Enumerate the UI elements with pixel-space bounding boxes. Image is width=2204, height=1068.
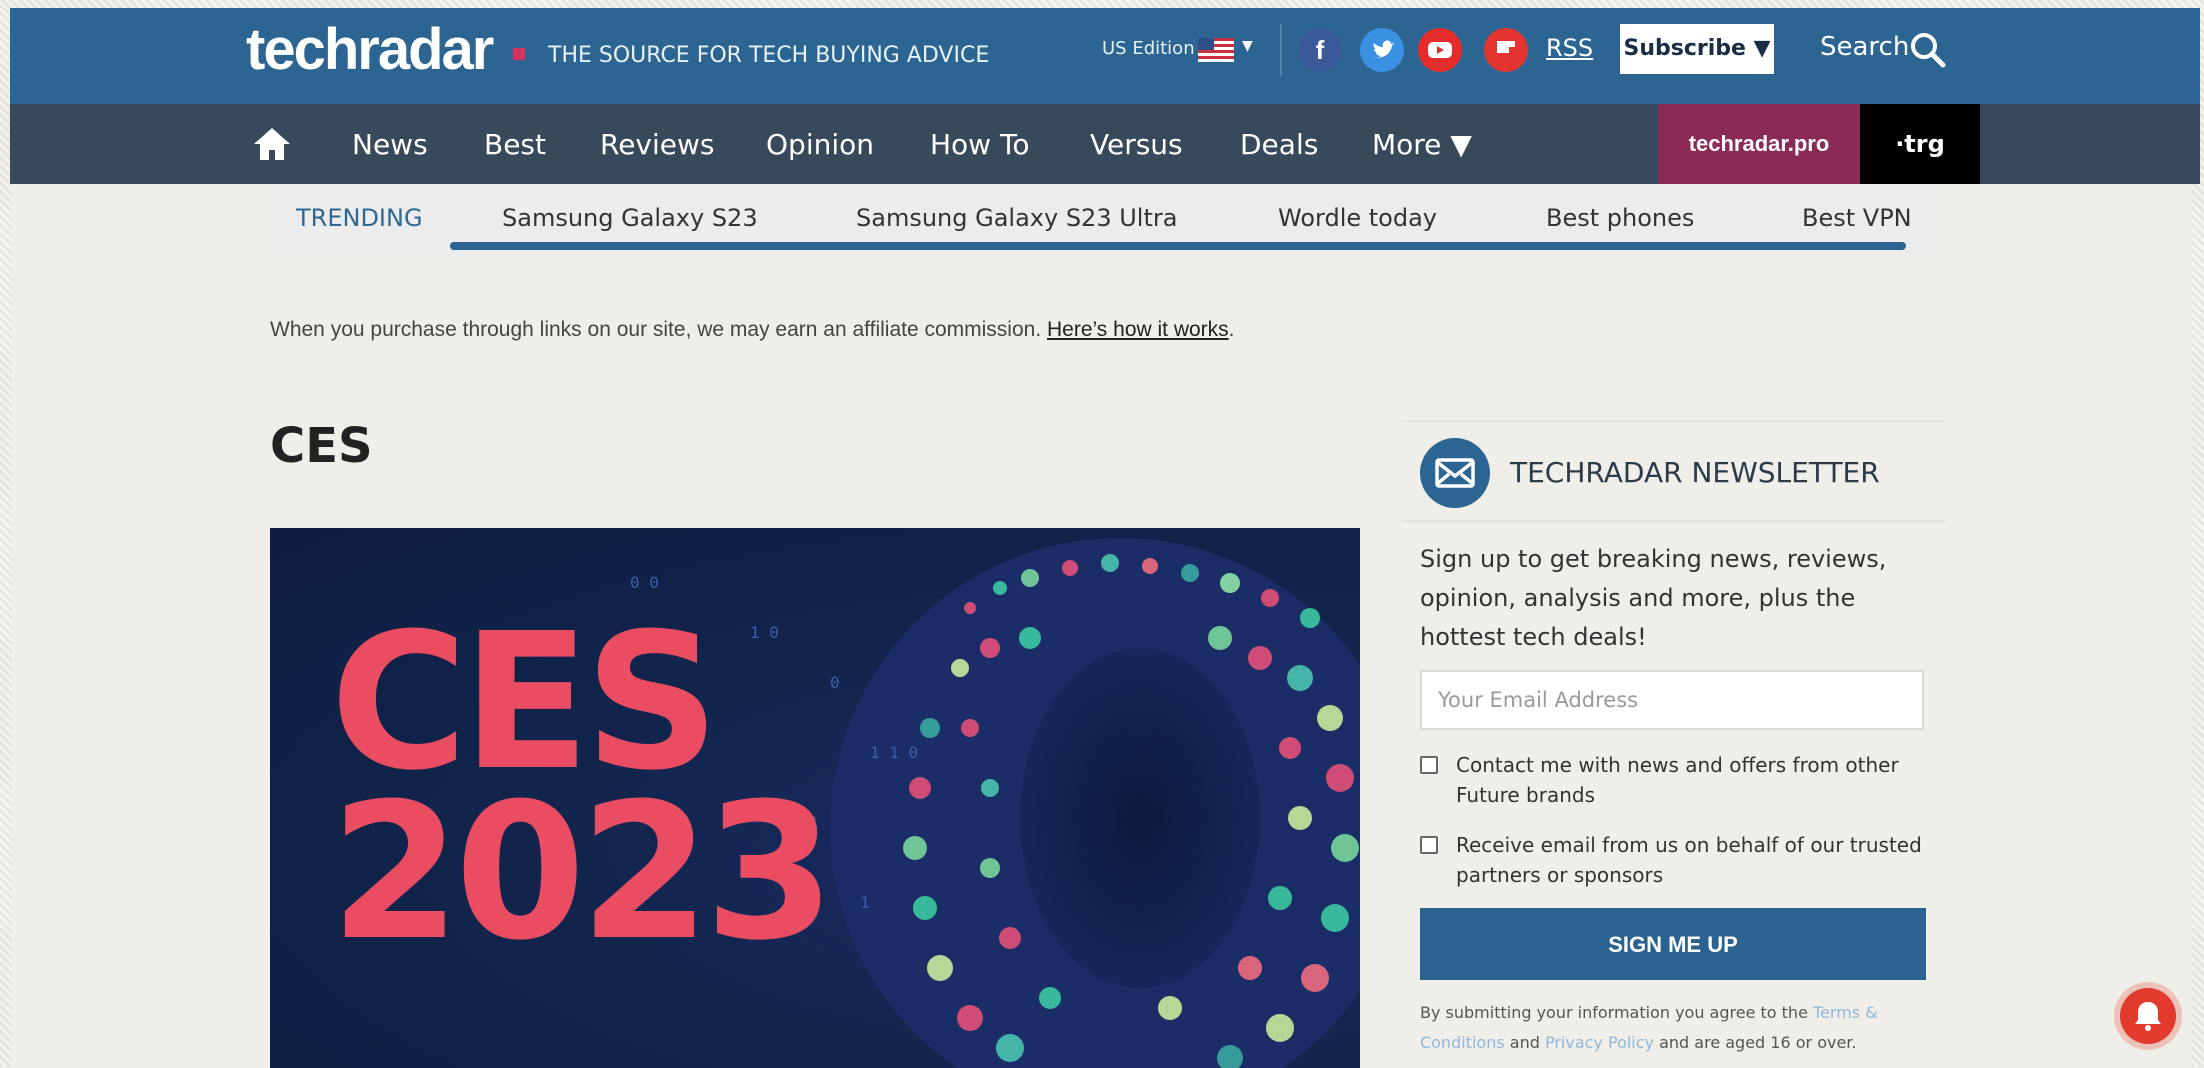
trending-bar: TRENDING Samsung Galaxy S23 Samsung Gala…	[270, 184, 1936, 256]
trg-link[interactable]: ·trg	[1860, 104, 1980, 184]
disclaimer-end: .	[1228, 318, 1235, 341]
email-field[interactable]	[1420, 670, 1924, 730]
nav-item-more[interactable]: More ▼	[1372, 128, 1472, 161]
rss-link[interactable]: RSS	[1546, 34, 1593, 62]
nav-item-reviews[interactable]: Reviews	[600, 128, 715, 161]
edition-caret-icon[interactable]: ▼	[1242, 38, 1253, 54]
search-icon[interactable]	[1908, 30, 1948, 74]
facebook-icon[interactable]: f	[1298, 28, 1342, 72]
flipboard-icon[interactable]	[1484, 28, 1528, 72]
how-it-works-link[interactable]: Here’s how it works	[1047, 318, 1229, 341]
search-label[interactable]: Search	[1820, 32, 1909, 62]
trending-item[interactable]: Wordle today	[1278, 204, 1437, 232]
site-tagline: THE SOURCE FOR TECH BUYING ADVICE	[548, 43, 990, 68]
edition-selector[interactable]: US Edition	[1102, 38, 1195, 59]
notification-bell-button[interactable]	[2120, 988, 2176, 1044]
newsletter-description: Sign up to get breaking news, reviews, o…	[1420, 545, 1887, 651]
logo-dot	[513, 48, 525, 60]
bell-icon	[2135, 1002, 2161, 1031]
header-divider	[1280, 24, 1282, 76]
hero-image[interactable]: 0 01 00 1 1 00 11 CES 2023	[270, 528, 1360, 1068]
affiliate-disclaimer: When you purchase through links on our s…	[270, 318, 1235, 342]
nav-item-versus[interactable]: Versus	[1090, 128, 1183, 161]
trending-scrollbar[interactable]	[450, 242, 1906, 250]
newsletter-heading: TECHRADAR NEWSLETTER	[1510, 456, 1880, 489]
site-logo[interactable]: techradar	[246, 16, 494, 83]
checkbox-label: Receive email from us on behalf of our t…	[1456, 833, 1922, 887]
trending-label: TRENDING	[296, 204, 423, 232]
divider	[1402, 520, 1946, 522]
divider	[1402, 420, 1946, 422]
trending-item[interactable]: Best VPN	[1802, 204, 1912, 232]
subscribe-button[interactable]: Subscribe ▼	[1620, 24, 1774, 74]
fine-prefix: By submitting your information you agree…	[1420, 1003, 1813, 1022]
envelope-icon	[1420, 438, 1490, 508]
checkbox[interactable]	[1420, 756, 1438, 774]
disclaimer-text: When you purchase through links on our s…	[270, 318, 1047, 341]
nav-item-news[interactable]: News	[352, 128, 428, 161]
checkbox-label: Contact me with news and offers from oth…	[1456, 753, 1899, 807]
hero-text-line2: 2023	[330, 763, 835, 982]
sign-me-up-button[interactable]: SIGN ME UP	[1420, 908, 1926, 980]
trending-item[interactable]: Samsung Galaxy S23 Ultra	[856, 204, 1177, 232]
twitter-icon[interactable]	[1360, 28, 1404, 72]
fine-suffix: and are aged 16 or over.	[1654, 1033, 1857, 1052]
us-flag-icon[interactable]	[1198, 38, 1234, 62]
privacy-link[interactable]: Privacy Policy	[1545, 1033, 1654, 1052]
hero-headline: CES 2023	[330, 609, 835, 982]
page-margin-top	[0, 0, 2204, 8]
nav-item-best[interactable]: Best	[484, 128, 546, 161]
svg-text:1: 1	[860, 893, 870, 912]
page-title: CES	[270, 418, 373, 474]
newsletter-widget: TECHRADAR NEWSLETTER Sign up to get brea…	[1402, 420, 1946, 1067]
svg-text:1 1 0: 1 1 0	[870, 743, 918, 762]
newsletter-fine-print: By submitting your information you agree…	[1420, 998, 1930, 1058]
fine-mid: and	[1504, 1033, 1545, 1052]
nav-item-deals[interactable]: Deals	[1240, 128, 1318, 161]
nav-item-opinion[interactable]: Opinion	[766, 128, 874, 161]
checkbox[interactable]	[1420, 836, 1438, 854]
nav-item-how-to[interactable]: How To	[930, 128, 1029, 161]
trending-item[interactable]: Best phones	[1546, 204, 1694, 232]
techradar-pro-link[interactable]: techradar.pro	[1658, 104, 1860, 184]
youtube-icon[interactable]	[1418, 28, 1462, 72]
trending-item[interactable]: Samsung Galaxy S23	[502, 204, 758, 232]
home-icon[interactable]	[252, 126, 292, 166]
svg-text:0: 0	[830, 673, 840, 692]
svg-text:0 0: 0 0	[630, 573, 659, 592]
